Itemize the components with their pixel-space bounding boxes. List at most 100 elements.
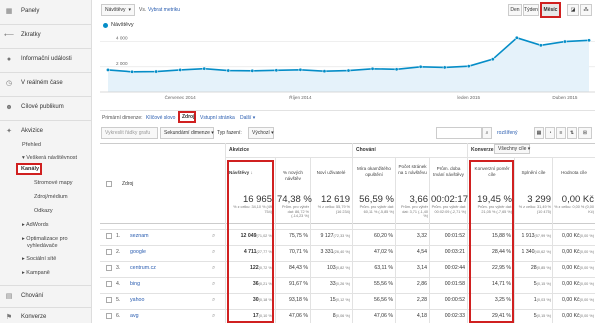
data-point[interactable] bbox=[274, 68, 279, 73]
sidebar-item-realtime[interactable]: ◷ V reálném čase bbox=[0, 76, 92, 90]
legend-label: Návštěvy bbox=[111, 22, 134, 28]
search-icon: ⌕ bbox=[485, 130, 489, 136]
filter-row-icon[interactable]: ⌕ bbox=[212, 281, 215, 288]
cell-goals: 1 340(40,62 %) bbox=[516, 249, 551, 255]
data-point[interactable] bbox=[466, 64, 471, 69]
sidebar-sub-kanaly[interactable]: Kanály bbox=[16, 163, 42, 175]
view-pivot-button[interactable]: ⊞ bbox=[578, 127, 592, 139]
dimension-more-link[interactable]: Další ▾ bbox=[240, 115, 255, 121]
data-point[interactable] bbox=[130, 69, 134, 74]
data-point[interactable] bbox=[154, 69, 159, 74]
sidebar-item-zkratky[interactable]: ⟵ Zkratky bbox=[0, 28, 92, 42]
filter-row-icon[interactable]: ⌕ bbox=[212, 265, 215, 272]
search-input[interactable] bbox=[436, 127, 482, 139]
col-divider bbox=[514, 157, 515, 323]
sidebar-item-chovani[interactable]: ▤ Chování bbox=[0, 289, 92, 303]
sidebar-sub-vsechna-navstevnost[interactable]: ▾ Veškerá návštěvnost bbox=[22, 155, 77, 161]
data-point[interactable] bbox=[178, 67, 183, 72]
metric-select[interactable]: Návštěvy ▾ bbox=[101, 4, 135, 16]
data-point[interactable] bbox=[538, 43, 543, 48]
data-point[interactable] bbox=[250, 68, 255, 73]
pick-metric-link[interactable]: Vybrat metriku bbox=[148, 7, 180, 13]
view-compare-button[interactable]: ⇅ bbox=[567, 127, 577, 139]
goal-value-value: 0,00 Kč bbox=[562, 265, 580, 271]
dimension-keyword-link[interactable]: Klíčové slovo bbox=[146, 115, 175, 121]
duration-column-header[interactable]: Prům. doba trvání návštěvy bbox=[431, 166, 466, 177]
motion-chart-button[interactable]: ⁂ bbox=[580, 4, 592, 16]
filter-row-icon[interactable]: ⌕ bbox=[212, 249, 215, 256]
sidebar-sub-odkazy[interactable]: Odkazy bbox=[34, 208, 53, 214]
row-divider bbox=[100, 229, 595, 230]
cell-pages: 3,14 bbox=[416, 265, 427, 271]
goals-column-header[interactable]: Splnění cíle bbox=[516, 170, 551, 176]
data-point[interactable] bbox=[514, 35, 519, 40]
data-point[interactable] bbox=[490, 57, 495, 62]
view-pie-button[interactable]: ◔ bbox=[545, 127, 555, 139]
sidebar-item-panely[interactable]: ▦ Panely bbox=[0, 4, 92, 18]
data-point[interactable] bbox=[370, 66, 375, 71]
data-point[interactable] bbox=[346, 68, 351, 73]
row-divider bbox=[100, 261, 595, 262]
select-all-checkbox[interactable] bbox=[106, 181, 112, 187]
source-link[interactable]: bing bbox=[130, 281, 140, 287]
advanced-filter-link[interactable]: rozšířený bbox=[497, 130, 518, 136]
source-link[interactable]: avg bbox=[130, 313, 139, 319]
goal-value-column-header[interactable]: Hodnota cíle bbox=[554, 170, 594, 176]
period-month-button[interactable]: Měsíc bbox=[540, 2, 561, 18]
sidebar-sub-zdroj-medium[interactable]: Zdroj/médium bbox=[34, 194, 68, 200]
sidebar-sub-prehled[interactable]: Přehled bbox=[22, 142, 41, 148]
chart-type-button[interactable]: ◪ bbox=[567, 4, 579, 16]
sidebar-sub-seo-line2: vyhledávače bbox=[27, 243, 58, 249]
source-link[interactable]: centrum.cz bbox=[130, 265, 156, 271]
sidebar-sub-adwords[interactable]: ▸ AdWords bbox=[22, 222, 49, 228]
sidebar-sub-socialni-site[interactable]: ▸ Sociální sítě bbox=[22, 256, 56, 262]
table-header-border bbox=[100, 223, 595, 224]
data-point[interactable] bbox=[394, 67, 399, 72]
new-users-column-header[interactable]: Noví uživatelé bbox=[312, 170, 350, 176]
source-link[interactable]: google bbox=[130, 249, 146, 255]
data-point[interactable] bbox=[322, 69, 327, 74]
period-week-button[interactable]: Týden bbox=[523, 4, 539, 16]
data-point[interactable] bbox=[202, 66, 207, 71]
sidebar-sub-seo[interactable]: ▸ Optimalizace pro bbox=[22, 236, 68, 242]
data-point[interactable] bbox=[298, 67, 303, 72]
period-day-button[interactable]: Den bbox=[508, 4, 522, 16]
sidebar-item-akvizice[interactable]: ✦ Akvizice bbox=[0, 124, 92, 138]
search-button[interactable]: ⌕ bbox=[482, 127, 492, 139]
sort-type-select[interactable]: Výchozí ▾ bbox=[248, 127, 274, 139]
source-column-header[interactable]: Zdroj bbox=[122, 181, 133, 187]
pages-column-header[interactable]: Počet stránek na 1 návštěvu bbox=[397, 164, 428, 175]
source-link[interactable]: yahoo bbox=[130, 297, 144, 303]
data-point[interactable] bbox=[587, 38, 591, 43]
filter-row-icon[interactable]: ⌕ bbox=[212, 233, 215, 240]
sidebar-sub-kampane[interactable]: ▸ Kampaně bbox=[22, 270, 50, 276]
view-bar-button[interactable]: ≡ bbox=[556, 127, 566, 139]
source-link[interactable]: seznam bbox=[130, 233, 149, 239]
data-point[interactable] bbox=[442, 65, 447, 70]
new-pct-column-header[interactable]: % nových návštěv bbox=[277, 170, 309, 181]
row-checkbox[interactable] bbox=[106, 297, 112, 303]
data-point[interactable] bbox=[106, 67, 110, 72]
secondary-dimension-select[interactable]: Sekundární dimenze ▾ bbox=[160, 127, 214, 139]
dimension-source-tab[interactable]: Zdroj bbox=[178, 111, 196, 123]
data-point[interactable] bbox=[418, 64, 423, 69]
dimension-landing-page-link[interactable]: Vstupní stránka bbox=[200, 115, 235, 121]
bounce-column-header[interactable]: Míra okamžitého opuštění bbox=[354, 166, 394, 177]
row-checkbox[interactable] bbox=[106, 281, 112, 287]
row-checkbox[interactable] bbox=[106, 249, 112, 255]
sidebar-item-konverze[interactable]: ⚑ Konverze bbox=[0, 310, 92, 323]
sidebar-sub-stromove-mapy[interactable]: Stromové mapy bbox=[34, 180, 73, 186]
row-checkbox[interactable] bbox=[106, 313, 112, 319]
filter-row-icon[interactable]: ⌕ bbox=[212, 313, 215, 320]
row-checkbox[interactable] bbox=[106, 233, 112, 239]
row-checkbox[interactable] bbox=[106, 265, 112, 271]
filter-row-icon[interactable]: ⌕ bbox=[212, 297, 215, 304]
plot-rows-button[interactable]: Vykreslit řádky grafu bbox=[101, 127, 158, 139]
data-point[interactable] bbox=[563, 39, 567, 44]
sidebar-item-udalosti[interactable]: ● Informační události bbox=[0, 52, 92, 66]
goal-select[interactable]: Všechny cíle ▾ bbox=[494, 144, 530, 154]
view-table-button[interactable]: ▦ bbox=[534, 127, 544, 139]
data-point[interactable] bbox=[226, 68, 231, 73]
goal-value-value: 0,00 Kč bbox=[562, 297, 580, 303]
sidebar-item-audience[interactable]: ☻ Cílové publikum bbox=[0, 100, 92, 114]
